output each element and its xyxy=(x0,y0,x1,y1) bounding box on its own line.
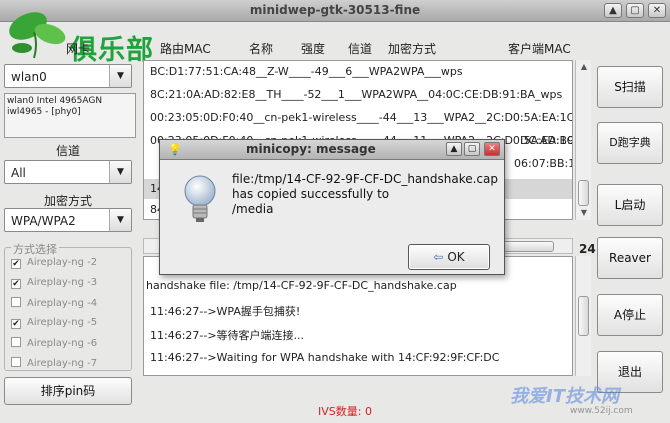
dialog-shade-button[interactable]: ▲ xyxy=(446,142,462,156)
interface-select[interactable]: wlan0 ▼ xyxy=(4,64,132,88)
ok-button[interactable]: ⇦ OK xyxy=(408,244,490,270)
col-client-mac: 客户端MAC xyxy=(508,42,571,56)
method-group-title: 方式选择 xyxy=(11,241,59,257)
stop-button[interactable]: A停止 xyxy=(597,294,663,336)
ivs-count: IVS数量: 0 xyxy=(318,405,372,418)
method-checkbox[interactable]: Aireplay-ng -6 xyxy=(11,337,97,349)
chevron-down-icon: ▼ xyxy=(109,209,131,231)
dialog-maximize-button[interactable]: ▢ xyxy=(464,142,480,156)
log-scrollbar[interactable] xyxy=(575,256,591,376)
chevron-down-icon: ▼ xyxy=(109,65,131,87)
channel-select[interactable]: All ▼ xyxy=(4,160,132,184)
interface-info-line1: wlan0 Intel 4965AGN xyxy=(7,96,103,106)
lightbulb-icon xyxy=(184,175,216,222)
list-item[interactable]: 00:23:05:0D:F0:40__cn-pek1-wireless____-… xyxy=(150,111,572,124)
launch-button[interactable]: L启动 xyxy=(597,184,663,226)
channel-value: All xyxy=(11,166,26,180)
encryption-value: WPA/WPA2 xyxy=(11,214,76,228)
method-group: 方式选择 ✔ Aireplay-ng -2 ✔ Aireplay-ng -3 Air… xyxy=(4,241,132,371)
checkbox-icon[interactable]: ✔ xyxy=(11,319,21,329)
checkbox-icon[interactable]: ✔ xyxy=(11,259,21,269)
col-ap-mac: 路由MAC xyxy=(160,42,211,56)
checkbox-icon[interactable] xyxy=(11,337,21,347)
log-line: 11:46:27-->等待客户端连接... xyxy=(150,329,305,342)
dialog-close-button[interactable]: ✕ xyxy=(484,142,500,156)
log-line: 11:46:27-->WPA握手包捕获! xyxy=(150,305,301,318)
watermark: 我爱IT技术网 www.52ij.com xyxy=(480,370,670,423)
maximize-button[interactable]: ▢ xyxy=(626,3,644,18)
method-checkbox[interactable]: Aireplay-ng -7 xyxy=(11,357,97,369)
col-channel: 信道 xyxy=(348,42,373,56)
interface-value: wlan0 xyxy=(11,70,47,84)
method-checkbox[interactable]: ✔ Aireplay-ng -5 xyxy=(11,317,97,329)
list-item-partial: 06:07:BB:11: xyxy=(514,157,572,170)
col-strength: 强度 xyxy=(301,42,326,56)
checkbox-icon[interactable] xyxy=(11,357,21,367)
col-network-card: 网卡 xyxy=(66,42,91,56)
log-line: handshake file: /tmp/14-CF-92-9F-CF-DC_h… xyxy=(146,279,457,292)
ap-list-scrollbar[interactable]: ▲ ▼ xyxy=(575,60,591,220)
col-encryption: 加密方式 xyxy=(388,42,437,56)
sort-pin-button[interactable]: 排序pin码 xyxy=(4,377,132,405)
list-item[interactable]: BC:D1:77:51:CA:48__Z-W____-49___6___WPA2… xyxy=(150,65,463,78)
list-item[interactable]: 8C:21:0A:AD:82:E8__TH____-52___1___WPA2W… xyxy=(150,88,562,101)
reaver-button[interactable]: Reaver xyxy=(597,237,663,279)
message-dialog: 💡 minicopy: message ▲ ▢ ✕ file:/tmp/14-C… xyxy=(159,139,505,275)
list-item-partial: DC:AD:B9:7 xyxy=(520,134,572,147)
side-counter: 24 xyxy=(579,242,596,256)
dialog-titlebar: 💡 minicopy: message ▲ ▢ ✕ xyxy=(160,140,504,160)
method-checkbox[interactable]: ✔ Aireplay-ng -2 xyxy=(11,257,97,269)
interface-info-line2: iwl4965 - [phy0] xyxy=(7,107,81,117)
log-line: 11:46:27-->Waiting for WPA handshake wit… xyxy=(150,351,500,364)
chevron-down-icon: ▼ xyxy=(109,161,131,183)
leaf-icon xyxy=(9,12,66,59)
col-name: 名称 xyxy=(249,42,274,56)
dict-button[interactable]: D跑字典 xyxy=(597,122,663,164)
encryption-select[interactable]: WPA/WPA2 ▼ xyxy=(4,208,132,232)
watermark-text: 我爱IT技术网 xyxy=(510,386,619,407)
checkbox-icon[interactable] xyxy=(11,297,21,307)
watermark-url: www.52ij.com xyxy=(570,406,633,416)
scrollbar-thumb[interactable] xyxy=(578,296,589,336)
dialog-app-icon: 💡 xyxy=(168,143,182,156)
scrollbar-thumb[interactable] xyxy=(578,180,589,206)
method-checkbox[interactable]: ✔ Aireplay-ng -3 xyxy=(11,277,97,289)
back-arrow-icon: ⇦ xyxy=(433,250,444,264)
interface-info: wlan0 Intel 4965AGN iwl4965 - [phy0] xyxy=(4,93,136,138)
channel-label: 信道 xyxy=(55,144,80,158)
dialog-message: file:/tmp/14-CF-92-9F-CF-DC_handshake.ca… xyxy=(232,172,499,216)
scan-button[interactable]: S扫描 xyxy=(597,66,663,108)
encryption-label: 加密方式 xyxy=(43,194,92,208)
close-button[interactable]: ✕ xyxy=(648,3,666,18)
dialog-title: minicopy: message xyxy=(246,142,376,156)
restore-button[interactable]: ▲ xyxy=(604,3,622,18)
scroll-down-icon[interactable]: ▼ xyxy=(576,206,592,220)
method-checkbox[interactable]: Aireplay-ng -4 xyxy=(11,297,97,309)
checkbox-icon[interactable]: ✔ xyxy=(11,279,21,289)
scroll-up-icon[interactable]: ▲ xyxy=(576,60,592,74)
